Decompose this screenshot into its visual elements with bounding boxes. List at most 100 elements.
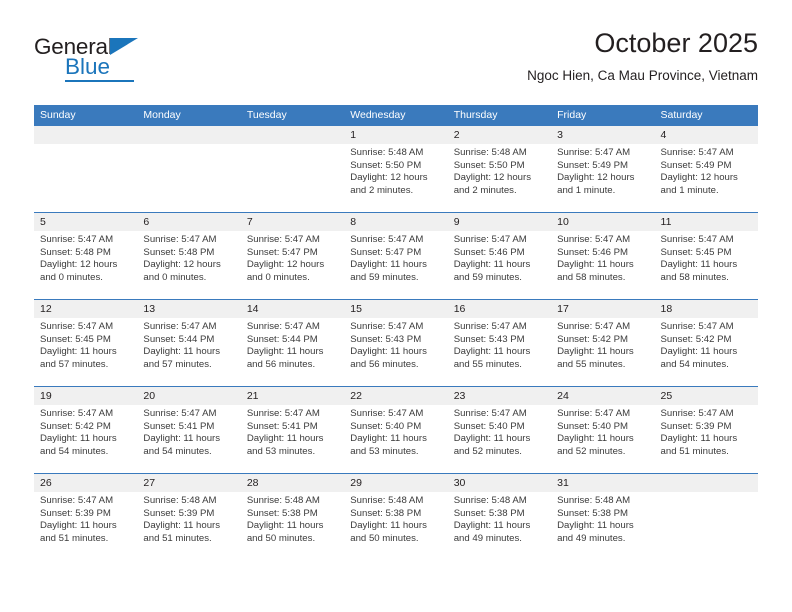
sunset-text: Sunset: 5:42 PM [557, 333, 629, 345]
day-cell-details [240, 144, 345, 212]
day-cell[interactable]: 26 Sunrise: 5:47 AM Sunset: 5:39 PM Dayligh… [34, 474, 138, 560]
day-number-band: 13 [137, 300, 241, 318]
day-cell[interactable]: 24 Sunrise: 5:47 AM Sunset: 5:40 PM Dayligh… [551, 387, 655, 473]
day-cell[interactable]: 9 Sunrise: 5:47 AM Sunset: 5:46 PM Daylight… [447, 213, 552, 299]
day-cell[interactable]: 19 Sunrise: 5:47 AM Sunset: 5:42 PM Dayligh… [34, 387, 138, 473]
sunset-text: Sunset: 5:42 PM [660, 333, 732, 345]
week-cells: 19 Sunrise: 5:47 AM Sunset: 5:42 PM Dayligh… [34, 387, 758, 473]
day-number: 15 [350, 303, 362, 315]
day-cell[interactable]: 14 Sunrise: 5:47 AM Sunset: 5:44 PM Dayligh… [240, 300, 345, 386]
day-cell[interactable]: 8 Sunrise: 5:47 AM Sunset: 5:47 PM Daylight… [344, 213, 448, 299]
day-cell[interactable]: 29 Sunrise: 5:48 AM Sunset: 5:38 PM Dayligh… [344, 474, 448, 560]
day-cell[interactable]: 4 Sunrise: 5:47 AM Sunset: 5:49 PM Daylight… [654, 126, 758, 212]
day-number: 1 [350, 129, 357, 141]
day-number: 20 [143, 390, 156, 402]
day-number-band: 3 [551, 126, 655, 144]
day-cell[interactable]: 25 Sunrise: 5:47 AM Sunset: 5:39 PM Dayligh… [654, 387, 758, 473]
sunrise-text: Sunrise: 5:47 AM [350, 234, 424, 245]
day-cell[interactable]: 22 Sunrise: 5:47 AM Sunset: 5:40 PM Dayligh… [344, 387, 448, 473]
day-cell[interactable]: 30 Sunrise: 5:48 AM Sunset: 5:38 PM Dayligh… [447, 474, 552, 560]
sunrise-text: Sunrise: 5:47 AM [40, 234, 114, 245]
logo-underline [65, 80, 134, 82]
sunrise-text: Sunrise: 5:47 AM [40, 495, 114, 506]
day-number-band: 11 [654, 213, 758, 231]
day-cell[interactable]: 17 Sunrise: 5:47 AM Sunset: 5:42 PM Dayligh… [551, 300, 655, 386]
day-number: 6 [143, 216, 150, 228]
day-cell[interactable]: 11 Sunrise: 5:47 AM Sunset: 5:45 PM Dayligh… [654, 213, 758, 299]
day-cell[interactable]: 23 Sunrise: 5:47 AM Sunset: 5:40 PM Dayligh… [447, 387, 552, 473]
day-number: 18 [660, 303, 673, 315]
daylight-text-cont: and 53 minutes. [246, 445, 316, 457]
daylight-text: Daylight: 11 hours [143, 346, 221, 358]
daylight-text: Daylight: 12 hours [350, 172, 428, 184]
day-number-band: 27 [137, 474, 241, 492]
daylight-text-cont: and 2 minutes. [350, 184, 414, 196]
daylight-text-cont: and 58 minutes. [660, 271, 729, 283]
day-cell[interactable]: 27 Sunrise: 5:48 AM Sunset: 5:39 PM Dayligh… [137, 474, 241, 560]
daylight-text-cont: and 54 minutes. [40, 445, 109, 457]
daylight-text: Daylight: 11 hours [246, 433, 324, 445]
sunset-text: Sunset: 5:38 PM [557, 507, 629, 519]
daylight-text: Daylight: 11 hours [453, 520, 531, 532]
day-cell[interactable]: 28 Sunrise: 5:48 AM Sunset: 5:38 PM Dayligh… [240, 474, 345, 560]
sunset-text: Sunset: 5:46 PM [557, 246, 629, 258]
calendar-week-row: 26 Sunrise: 5:47 AM Sunset: 5:39 PM Dayligh… [34, 474, 758, 560]
calendar-page: General Blue October 2025 Ngoc Hien, Ca … [0, 0, 792, 612]
day-cell-details: Sunrise: 5:47 AM Sunset: 5:41 PM Daylight:… [240, 405, 345, 473]
day-cell[interactable]: 1 Sunrise: 5:48 AM Sunset: 5:50 PM Daylight… [344, 126, 448, 212]
day-cell[interactable]: 20 Sunrise: 5:47 AM Sunset: 5:41 PM Dayligh… [137, 387, 241, 473]
day-cell[interactable]: 12 Sunrise: 5:47 AM Sunset: 5:45 PM Dayligh… [34, 300, 138, 386]
day-cell[interactable]: 3 Sunrise: 5:47 AM Sunset: 5:49 PM Daylight… [551, 126, 655, 212]
day-number: 8 [350, 216, 357, 228]
daylight-text: Daylight: 11 hours [660, 433, 738, 445]
daylight-text-cont: and 0 minutes. [40, 271, 103, 283]
daylight-text: Daylight: 11 hours [40, 346, 117, 358]
day-cell[interactable]: 18 Sunrise: 5:47 AM Sunset: 5:42 PM Dayligh… [654, 300, 758, 386]
sunset-text: Sunset: 5:49 PM [557, 159, 629, 171]
daylight-text: Daylight: 12 hours [246, 259, 325, 271]
daylight-text-cont: and 55 minutes. [557, 358, 626, 370]
sunrise-text: Sunrise: 5:47 AM [557, 321, 631, 332]
day-number: 2 [453, 129, 460, 141]
day-cell[interactable]: 10 Sunrise: 5:47 AM Sunset: 5:46 PM Dayligh… [551, 213, 655, 299]
daylight-text-cont: and 50 minutes. [350, 532, 419, 544]
day-cell[interactable]: 6 Sunrise: 5:47 AM Sunset: 5:48 PM Daylight… [137, 213, 241, 299]
day-number-band [34, 126, 138, 144]
day-cell[interactable]: 31 Sunrise: 5:48 AM Sunset: 5:38 PM Dayligh… [551, 474, 655, 560]
day-number-band: 19 [34, 387, 138, 405]
day-cell[interactable]: 16 Sunrise: 5:47 AM Sunset: 5:43 PM Dayligh… [447, 300, 552, 386]
day-cell-empty [34, 126, 138, 212]
sunset-text: Sunset: 5:41 PM [246, 420, 318, 432]
day-number-band: 28 [240, 474, 345, 492]
daylight-text: Daylight: 12 hours [40, 259, 118, 271]
daylight-text: Daylight: 11 hours [350, 433, 427, 445]
daylight-text-cont: and 0 minutes. [246, 271, 310, 283]
daylight-text: Daylight: 11 hours [40, 520, 117, 532]
day-cell-details: Sunrise: 5:47 AM Sunset: 5:49 PM Daylight:… [551, 144, 655, 212]
daylight-text-cont: and 57 minutes. [143, 358, 212, 370]
week-cells: 5 Sunrise: 5:47 AM Sunset: 5:48 PM Daylight… [34, 213, 758, 299]
day-cell[interactable]: 5 Sunrise: 5:47 AM Sunset: 5:48 PM Daylight… [34, 213, 138, 299]
day-number: 27 [143, 477, 156, 489]
day-cell[interactable]: 13 Sunrise: 5:47 AM Sunset: 5:44 PM Dayligh… [137, 300, 241, 386]
sunset-text: Sunset: 5:45 PM [40, 333, 111, 345]
day-cell[interactable]: 15 Sunrise: 5:47 AM Sunset: 5:43 PM Dayligh… [344, 300, 448, 386]
daylight-text: Daylight: 12 hours [557, 172, 635, 184]
day-cell-empty [137, 126, 241, 212]
sunset-text: Sunset: 5:49 PM [660, 159, 732, 171]
day-cell-details: Sunrise: 5:48 AM Sunset: 5:50 PM Daylight:… [344, 144, 448, 212]
day-number-band: 8 [344, 213, 448, 231]
day-cell[interactable]: 21 Sunrise: 5:47 AM Sunset: 5:41 PM Dayligh… [240, 387, 345, 473]
daylight-text-cont: and 56 minutes. [350, 358, 419, 370]
day-cell[interactable]: 2 Sunrise: 5:48 AM Sunset: 5:50 PM Daylight… [447, 126, 552, 212]
triangle-icon [110, 38, 138, 55]
general-blue-logo[interactable]: General Blue [34, 35, 224, 92]
day-header-sunday: Sunday [40, 109, 76, 121]
daylight-text-cont: and 56 minutes. [246, 358, 316, 370]
day-cell-details [654, 492, 758, 560]
day-cell[interactable]: 7 Sunrise: 5:47 AM Sunset: 5:47 PM Daylight… [240, 213, 345, 299]
sunset-text: Sunset: 5:47 PM [246, 246, 318, 258]
day-number-band [240, 126, 345, 144]
day-number-band: 29 [344, 474, 448, 492]
day-number: 11 [660, 216, 672, 228]
